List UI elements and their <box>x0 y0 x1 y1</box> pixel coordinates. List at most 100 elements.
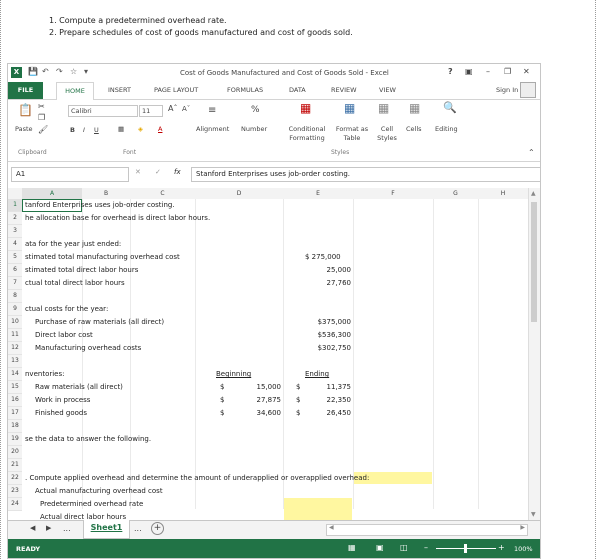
tab-data[interactable]: DATA <box>289 86 306 94</box>
more-sheets-right[interactable]: ... <box>134 524 142 533</box>
cell-a2[interactable]: he allocation base for overhead is direc… <box>25 212 210 224</box>
cell-a12[interactable]: Manufacturing overhead costs <box>35 342 141 354</box>
fill-color-icon[interactable]: ◈ <box>138 125 143 133</box>
cell-a17[interactable]: Finished goods <box>35 407 87 419</box>
cell-styles-button[interactable]: Cell Styles <box>374 125 400 143</box>
redo-icon[interactable]: ↷ <box>56 67 63 76</box>
normal-view-icon[interactable]: ▦ <box>348 543 356 552</box>
zoom-slider-thumb[interactable] <box>464 544 467 553</box>
save-icon[interactable]: 💾 <box>28 67 38 76</box>
collapse-ribbon-icon[interactable]: ⌃ <box>528 148 535 157</box>
zoom-in-icon[interactable]: + <box>498 543 505 552</box>
row-header[interactable]: 6 <box>8 264 22 277</box>
row-header[interactable]: 8 <box>8 290 22 303</box>
cell-a14[interactable]: nventories: <box>25 368 64 380</box>
tab-view[interactable]: VIEW <box>379 86 396 94</box>
zoom-out-icon[interactable]: – <box>424 543 428 552</box>
cell-d16[interactable]: 27,875 <box>238 394 282 406</box>
column-header-g[interactable]: G <box>433 188 479 199</box>
cell-a5[interactable]: stimated total manufacturing overhead co… <box>25 251 180 263</box>
row-header[interactable]: 3 <box>8 225 22 238</box>
font-name-select[interactable]: Calibri <box>68 105 138 117</box>
page-break-view-icon[interactable]: ◫ <box>400 543 408 552</box>
row-header[interactable]: 19 <box>8 433 22 446</box>
vertical-scrollbar[interactable]: ▲ ▼ <box>528 188 540 520</box>
tab-insert[interactable]: INSERT <box>108 86 131 94</box>
name-box[interactable]: A1 <box>11 167 129 182</box>
help-button[interactable]: ? <box>448 67 453 76</box>
cell-e14[interactable]: Ending <box>305 368 329 380</box>
cell-a11[interactable]: Direct labor cost <box>35 329 93 341</box>
tab-page-layout[interactable]: PAGE LAYOUT <box>154 86 198 94</box>
alignment-button[interactable]: Alignment <box>196 125 229 133</box>
row-header[interactable]: 15 <box>8 381 22 394</box>
add-sheet-button[interactable]: + <box>151 522 164 535</box>
number-button[interactable]: Number <box>241 125 267 133</box>
zoom-level[interactable]: 100% <box>514 545 533 553</box>
next-sheet-icon[interactable]: ▶ <box>46 524 51 532</box>
answer-cell-e23[interactable] <box>284 498 352 520</box>
prev-sheet-icon[interactable]: ◀ <box>30 524 35 532</box>
touch-mode-icon[interactable]: ☆ <box>70 67 77 76</box>
font-color-icon[interactable]: A <box>158 125 162 133</box>
insert-function-button[interactable]: fx <box>174 168 181 176</box>
row-header[interactable]: 11 <box>8 329 22 342</box>
find-icon[interactable]: 🔍 <box>443 101 457 114</box>
cell-d14[interactable]: Beginning <box>216 368 251 380</box>
cell-e12[interactable]: $302,750 <box>283 342 351 354</box>
decrease-font-icon[interactable]: Aˇ <box>182 105 190 113</box>
format-painter-icon[interactable]: 🖌 <box>38 125 48 134</box>
customize-toolbar-icon[interactable]: ▾ <box>84 67 88 76</box>
column-header-c[interactable]: C <box>130 188 196 199</box>
cell-a16[interactable]: Work in process <box>35 394 90 406</box>
tab-formulas[interactable]: FORMULAS <box>227 86 263 94</box>
scroll-right-icon[interactable]: ▶ <box>520 524 525 531</box>
conditional-formatting-icon[interactable]: ▦ <box>300 101 311 115</box>
cut-icon[interactable]: ✂ <box>38 102 45 111</box>
row-header[interactable]: 18 <box>8 420 22 433</box>
cell-e10[interactable]: $375,000 <box>283 316 351 328</box>
cell-a9[interactable]: ctual costs for the year: <box>25 303 108 315</box>
increase-font-icon[interactable]: Aˆ <box>168 104 177 113</box>
cell-a15[interactable]: Raw materials (all direct) <box>35 381 123 393</box>
alignment-icon[interactable]: ≡ <box>208 105 216 116</box>
cell-e7[interactable]: 27,760 <box>283 277 352 289</box>
column-header-d[interactable]: D <box>195 188 284 199</box>
scroll-down-icon[interactable]: ▼ <box>531 511 536 518</box>
cell-a4[interactable]: ata for the year just ended: <box>25 238 121 250</box>
format-as-table-button[interactable]: Format as Table <box>332 125 372 143</box>
row-header[interactable]: 7 <box>8 277 22 290</box>
cell-e16[interactable]: 22,350 <box>308 394 352 406</box>
tab-review[interactable]: REVIEW <box>331 86 357 94</box>
cell-a6[interactable]: stimated total direct labor hours <box>25 264 138 276</box>
cell-a1[interactable]: tanford Enterprises uses job-order costi… <box>25 199 175 211</box>
italic-button[interactable]: I <box>83 126 85 134</box>
cell-e17[interactable]: 26,450 <box>308 407 352 419</box>
page-layout-view-icon[interactable]: ▣ <box>376 543 384 552</box>
row-header[interactable]: 10 <box>8 316 22 329</box>
row-header[interactable]: 9 <box>8 303 22 316</box>
row-header[interactable]: 24 <box>8 498 22 511</box>
percent-icon[interactable]: % <box>251 105 260 115</box>
paste-button[interactable]: Paste <box>15 125 33 133</box>
column-header-e[interactable]: E <box>283 188 354 199</box>
format-table-icon[interactable]: ▦ <box>344 101 355 115</box>
cell-e5[interactable]: $ 275,000 <box>285 251 371 263</box>
row-header[interactable]: 5 <box>8 251 22 264</box>
row-header[interactable]: 14 <box>8 368 22 381</box>
cancel-entry-icon[interactable]: ✕ <box>135 168 141 176</box>
cell-d15[interactable]: 15,000 <box>238 381 282 393</box>
cell-a23[interactable]: Predetermined overhead rate <box>40 498 143 510</box>
editing-button[interactable]: Editing <box>435 125 458 133</box>
cell-a19[interactable]: se the data to answer the following. <box>25 433 151 445</box>
cell-e11[interactable]: $536,300 <box>283 329 351 341</box>
tab-home[interactable]: HOME <box>56 82 94 100</box>
row-header[interactable]: 22 <box>8 472 22 485</box>
close-button[interactable]: ✕ <box>523 67 530 76</box>
font-size-select[interactable]: 11 <box>139 105 163 117</box>
column-header-a[interactable]: A <box>22 188 83 199</box>
cell-a21[interactable]: . Compute applied overhead and determine… <box>25 472 369 484</box>
column-header-f[interactable]: F <box>353 188 434 199</box>
confirm-entry-icon[interactable]: ✓ <box>155 168 161 176</box>
bold-button[interactable]: B <box>70 126 75 134</box>
